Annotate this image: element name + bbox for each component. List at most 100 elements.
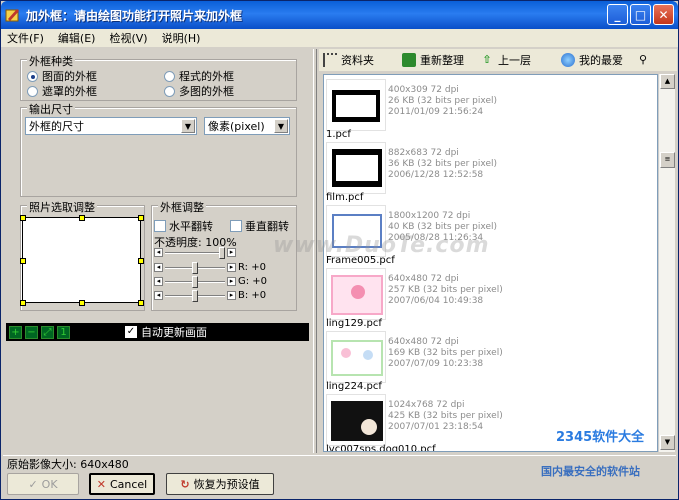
minimize-button[interactable]: _ [607, 4, 628, 25]
favorites-button[interactable]: 我的最爱 [561, 52, 623, 68]
browser-toolbar: 资料夹 重新整理 ⇧ 上一层 我的最爱 ⚲ [319, 49, 677, 71]
file-thumbnail [326, 79, 386, 131]
maximize-button[interactable]: □ [630, 4, 651, 25]
selection-handle[interactable] [138, 215, 144, 221]
file-list[interactable]: 400x309 72 dpi 26 KB (32 bits per pixel)… [323, 74, 658, 452]
radio-image-frame[interactable]: 图面的外框 [27, 68, 97, 84]
zoom-in-icon[interactable]: + [9, 325, 22, 339]
selection-handle[interactable] [138, 300, 144, 306]
file-thumbnail [326, 331, 386, 383]
list-item[interactable]: 400x309 72 dpi 26 KB (32 bits per pixel)… [326, 79, 497, 141]
selection-handle[interactable] [20, 300, 26, 306]
blue-slider[interactable]: ◂ ▸ B: +0 [154, 289, 266, 302]
list-item[interactable]: 1024x768 72 dpi 425 KB (32 bits per pixe… [326, 394, 503, 451]
photo-adjust-group: 照片选取调整 [20, 199, 145, 311]
slider-increase[interactable]: ▸ [227, 277, 236, 286]
selection-handle[interactable] [20, 215, 26, 221]
selection-handle[interactable] [20, 258, 26, 264]
scroll-up-button[interactable]: ▲ [660, 74, 675, 89]
output-size-select[interactable]: 外框的尺寸 ▼ [25, 117, 197, 135]
title-bar[interactable]: 加外框：请由绘图功能打开照片来加外框 _ □ ✕ [1, 1, 678, 29]
slider-decrease[interactable]: ◂ [154, 263, 163, 272]
file-name: film.pcf [326, 192, 364, 203]
slider-thumb[interactable] [192, 261, 198, 274]
slider-thumb[interactable] [192, 275, 198, 288]
slider-track[interactable] [165, 246, 225, 259]
close-button[interactable]: ✕ [653, 4, 674, 25]
flip-vertical-checkbox[interactable]: 垂直翻转 [230, 218, 289, 234]
flip-horizontal-checkbox[interactable]: 水平翻转 [154, 218, 213, 234]
slider-decrease[interactable]: ◂ [154, 248, 163, 257]
file-size: 26 KB (32 bits per pixel) [388, 96, 497, 106]
list-item[interactable]: 882x683 72 dpi 36 KB (32 bits per pixel)… [326, 142, 497, 204]
actual-size-icon[interactable]: 1 [57, 325, 70, 339]
reset-defaults-button[interactable]: ↻ 恢复为预设值 [166, 473, 274, 495]
slider-decrease[interactable]: ◂ [154, 291, 163, 300]
cancel-button[interactable]: ✕ Cancel [89, 473, 155, 495]
button-label: 重新整理 [420, 54, 464, 67]
fit-window-icon[interactable]: ⤢ [41, 325, 54, 339]
slider-increase[interactable]: ▸ [227, 291, 236, 300]
radio-program-frame[interactable]: 程式的外框 [164, 68, 234, 84]
slider-track[interactable] [165, 289, 225, 302]
photo-selection-area[interactable] [20, 215, 144, 306]
checkbox-box [154, 220, 166, 232]
scroll-down-button[interactable]: ▼ [660, 435, 675, 450]
slider-increase[interactable]: ▸ [227, 263, 236, 272]
slider-thumb[interactable] [192, 289, 198, 302]
red-slider[interactable]: ◂ ▸ R: +0 [154, 261, 266, 274]
unit-select[interactable]: 像素(pixel) ▼ [204, 117, 290, 135]
slider-decrease[interactable]: ◂ [154, 277, 163, 286]
ok-button[interactable]: ✓ OK [7, 473, 79, 495]
list-item[interactable]: 640x480 72 dpi 257 KB (32 bits per pixel… [326, 268, 503, 330]
slider-thumb[interactable] [219, 246, 225, 259]
checkbox-label: 垂直翻转 [245, 220, 289, 233]
scroll-thumb[interactable]: ≡ [660, 152, 675, 168]
up-folder-button[interactable]: ⇧ 上一层 [480, 52, 531, 68]
globe-icon [561, 53, 575, 67]
frame-adjust-label: 外框调整 [158, 199, 206, 215]
file-meta: 640x480 72 dpi 257 KB (32 bits per pixel… [388, 274, 503, 307]
menu-help[interactable]: 说明(H) [162, 30, 201, 46]
radio-label: 程式的外框 [179, 70, 234, 83]
folder-button[interactable]: 资料夹 [323, 52, 374, 68]
file-size: 425 KB (32 bits per pixel) [388, 411, 503, 421]
search-icon[interactable]: ⚲ [639, 53, 653, 67]
button-label: 恢复为预设值 [193, 478, 260, 491]
radio-multi-frame[interactable]: 多图的外框 [164, 83, 234, 99]
file-dimensions: 640x480 72 dpi [388, 337, 459, 347]
file-meta: 640x480 72 dpi 169 KB (32 bits per pixel… [388, 337, 503, 370]
list-item[interactable]: 640x480 72 dpi 169 KB (32 bits per pixel… [326, 331, 503, 393]
radio-label: 多图的外框 [179, 85, 234, 98]
radio-mask-frame[interactable]: 遮罩的外框 [27, 83, 97, 99]
selection-handle[interactable] [79, 215, 85, 221]
menu-view[interactable]: 检视(V) [109, 30, 147, 46]
zoom-out-icon[interactable]: − [25, 325, 38, 339]
selection-handle[interactable] [79, 300, 85, 306]
watermark-logo: 2345软件大全 [556, 430, 645, 445]
slider-track[interactable] [165, 261, 225, 274]
check-icon: ✓ [28, 477, 38, 491]
file-dimensions: 1800x1200 72 dpi [388, 211, 471, 221]
refresh-button[interactable]: 重新整理 [402, 52, 464, 68]
refresh-icon [402, 53, 416, 67]
main-window: 加外框：请由绘图功能打开照片来加外框 _ □ ✕ 文件(F) 编辑(E) 检视(… [0, 0, 679, 500]
window-title: 加外框：请由绘图功能打开照片来加外框 [26, 8, 243, 23]
preview-canvas[interactable] [6, 341, 309, 453]
slider-increase[interactable]: ▸ [227, 248, 236, 257]
selection-handle[interactable] [138, 258, 144, 264]
opacity-slider[interactable]: ◂ ▸ [154, 246, 236, 259]
file-name: ling129.pcf [326, 318, 382, 329]
menu-edit[interactable]: 编辑(E) [58, 30, 96, 46]
watermark-text: www.DuoTe.com [273, 233, 490, 258]
checkbox-box [230, 220, 242, 232]
file-name: ling224.pcf [326, 381, 382, 392]
menu-bar: 文件(F) 编辑(E) 检视(V) 说明(H) [1, 29, 678, 47]
button-label: 资料夹 [341, 54, 374, 67]
file-list-scrollbar[interactable]: ▲ ≡ ▼ [658, 74, 675, 452]
menu-file[interactable]: 文件(F) [7, 30, 44, 46]
output-size-group: 输出尺寸 外框的尺寸 ▼ 像素(pixel) ▼ [20, 101, 297, 197]
auto-update-checkbox[interactable]: ✓ 自动更新画面 [125, 324, 207, 340]
green-slider[interactable]: ◂ ▸ G: +0 [154, 275, 267, 288]
slider-track[interactable] [165, 275, 225, 288]
